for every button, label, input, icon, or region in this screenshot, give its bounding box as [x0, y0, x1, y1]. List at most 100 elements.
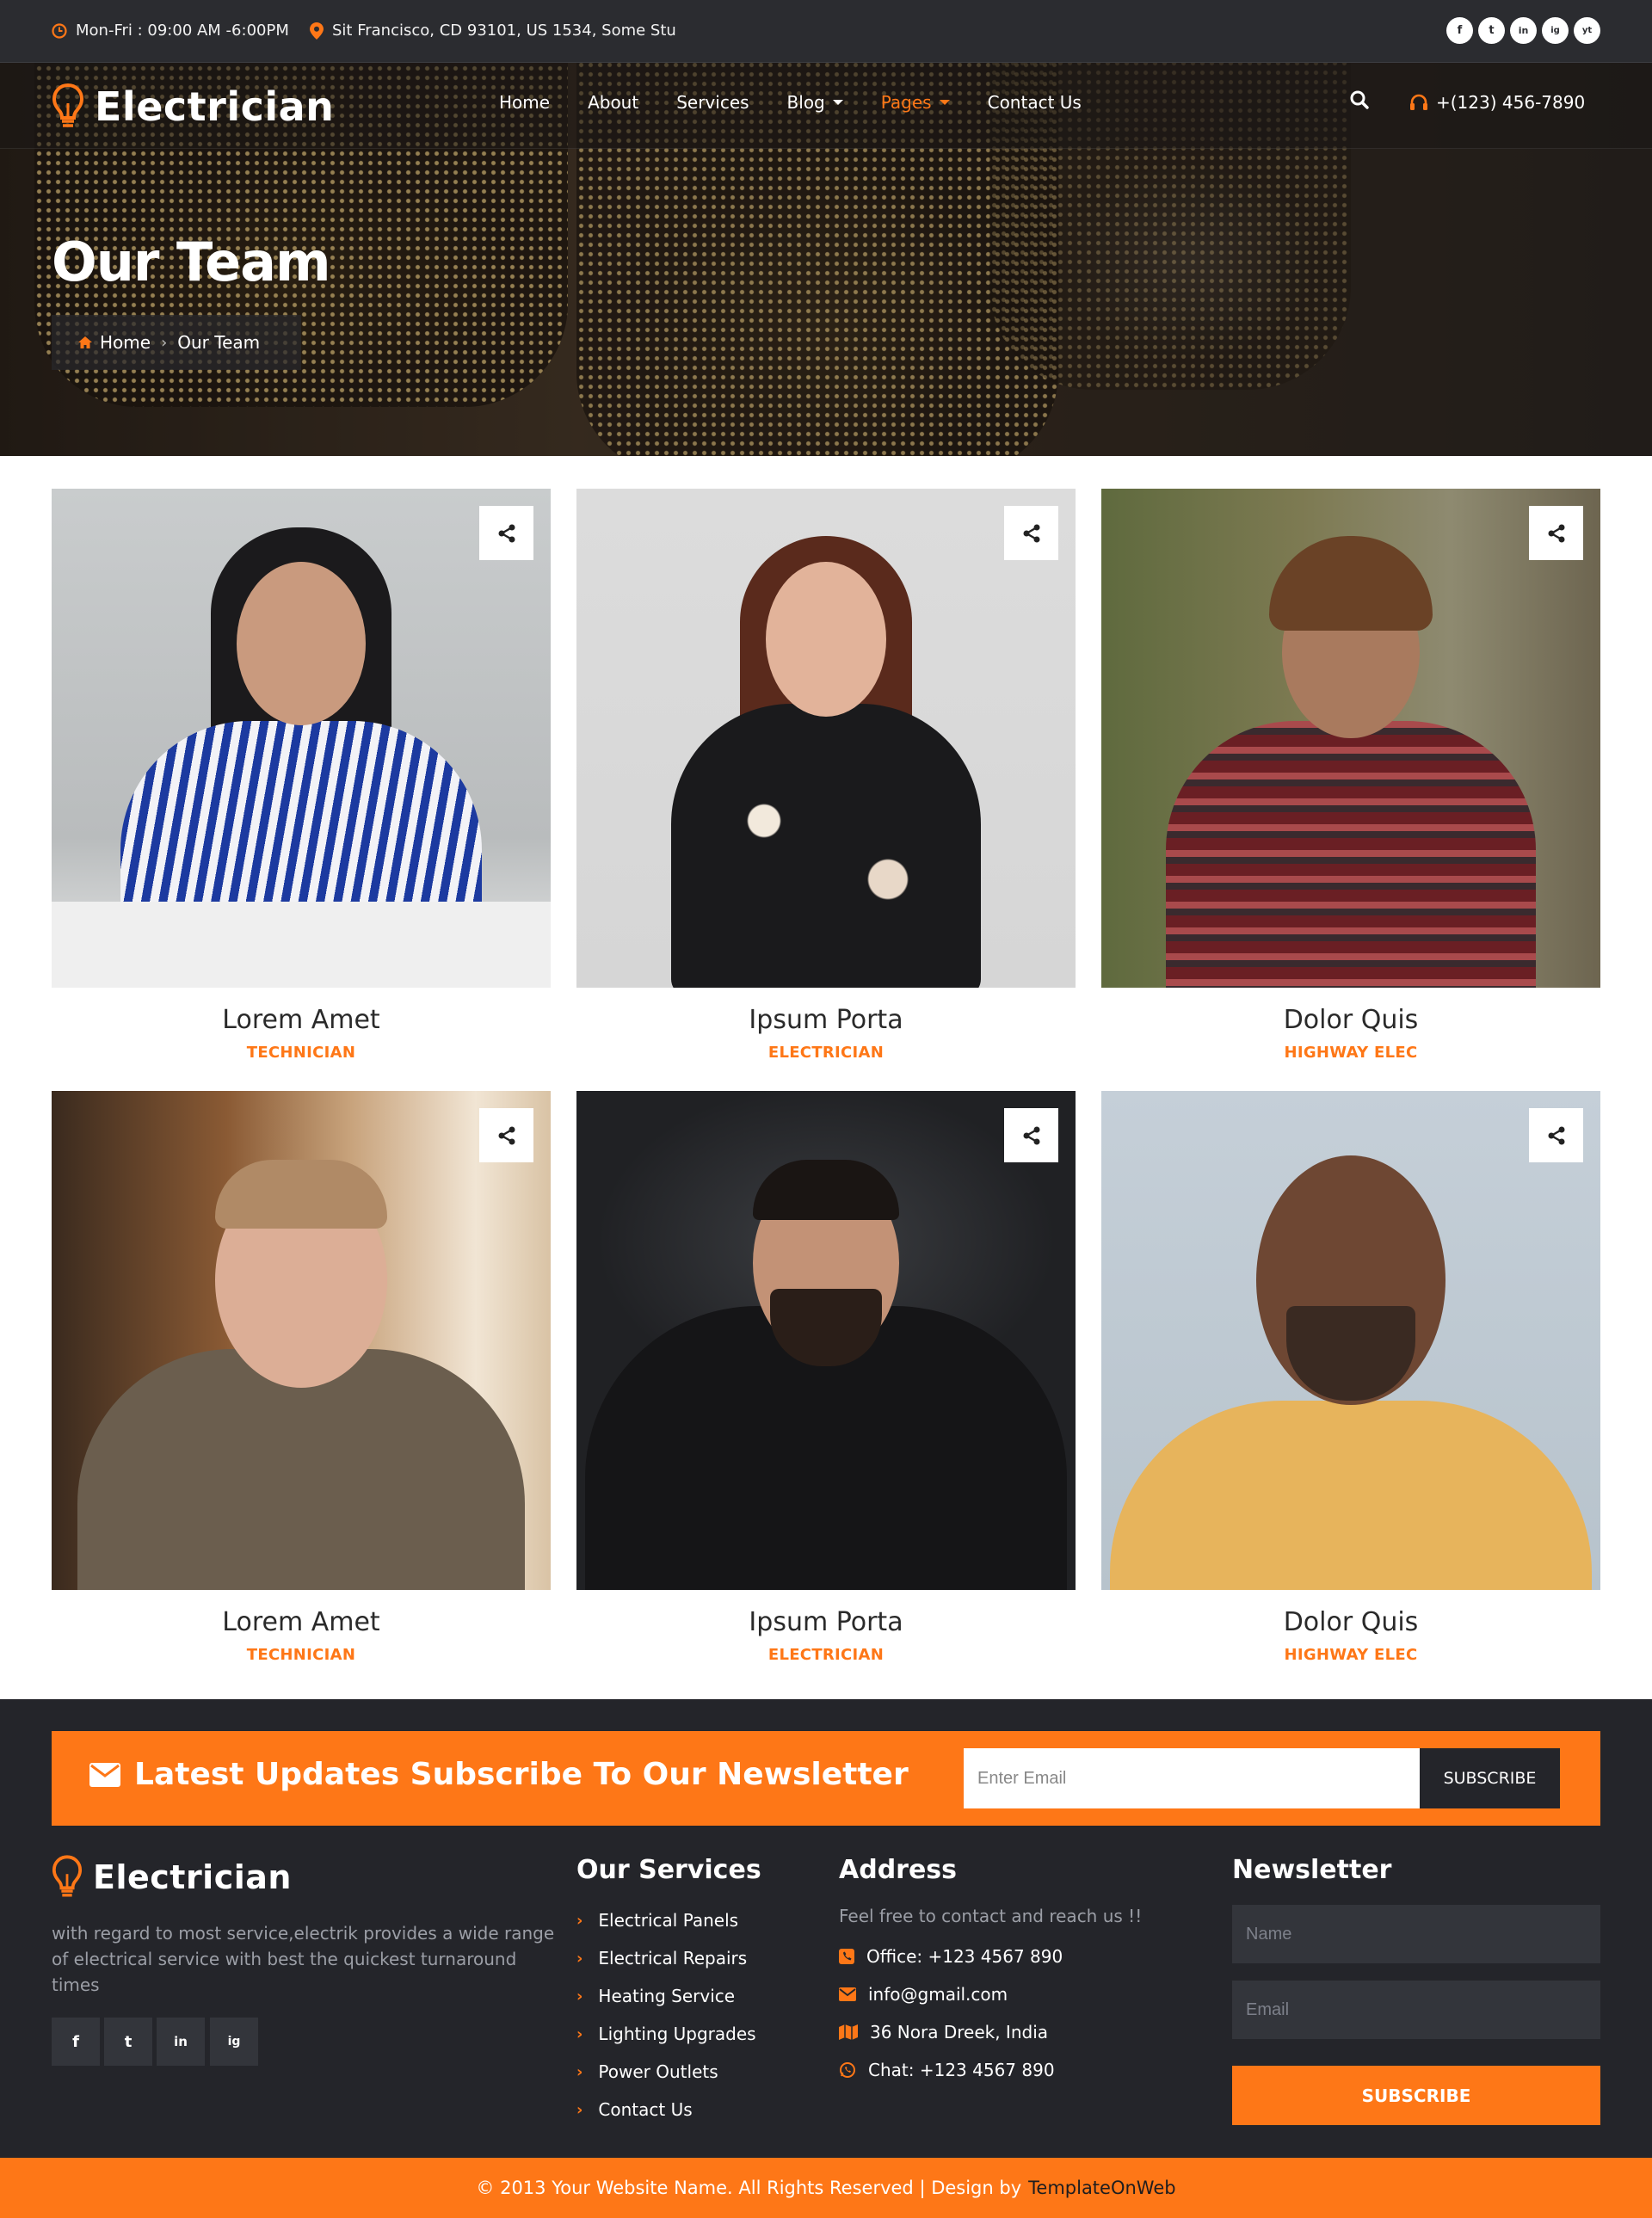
search-button[interactable]: [1349, 89, 1370, 114]
nav-about[interactable]: About: [588, 92, 638, 113]
team-member-name: Dolor Quis: [1283, 1005, 1419, 1035]
contact-office: Office: +123 4567 890: [839, 1938, 1063, 1975]
share-icon: [498, 1126, 515, 1144]
share-icon: [498, 524, 515, 542]
team-card: Ipsum Porta ELECTRICIAN: [576, 489, 1076, 1062]
chevron-right-icon: ›: [576, 2062, 583, 2081]
share-button[interactable]: [1004, 1108, 1058, 1162]
team-card: Ipsum Porta ELECTRICIAN: [576, 1091, 1076, 1664]
share-icon: [1548, 1126, 1564, 1144]
share-button[interactable]: [479, 506, 533, 560]
breadcrumb-home[interactable]: Home: [100, 332, 151, 353]
linkedin-icon[interactable]: in: [1510, 17, 1537, 44]
home-icon: [78, 336, 92, 348]
contact-location: 36 Nora Dreek, India: [839, 2013, 1063, 2051]
newsletter-column-title: Newsletter: [1232, 1855, 1392, 1885]
team-member-photo: [1101, 489, 1600, 988]
service-link[interactable]: › Lighting Upgrades: [576, 2015, 756, 2053]
footer-about-text: with regard to most service,electrik pro…: [52, 1923, 555, 1995]
address-text: Sit Francisco, CD 93101, US 1534, Some S…: [332, 22, 676, 40]
address-column-title: Address: [839, 1855, 958, 1885]
team-member-photo: [576, 489, 1076, 988]
newsletter-subscribe-button[interactable]: SUBSCRIBE: [1420, 1748, 1560, 1808]
chevron-right-icon: ›: [161, 333, 168, 352]
top-social-links: f t in ig yt: [1446, 17, 1600, 44]
breadcrumb: Home › Our Team: [52, 315, 301, 370]
team-member-role: HIGHWAY ELEC: [1284, 1044, 1418, 1062]
contact-chat[interactable]: Chat: +123 4567 890: [839, 2051, 1063, 2089]
search-icon: [1350, 90, 1369, 109]
footer-services-list: › Electrical Panels › Electrical Repairs ›…: [576, 1901, 756, 2129]
nav-pages-dropdown[interactable]: Pages: [881, 92, 950, 113]
share-button[interactable]: [1004, 506, 1058, 560]
share-icon: [1023, 524, 1039, 542]
instagram-icon[interactable]: ig: [1542, 17, 1569, 44]
footer-facebook-icon[interactable]: f: [52, 2018, 100, 2066]
phone-square-icon: [839, 1949, 854, 1964]
newsletter-name-input[interactable]: [1232, 1905, 1600, 1963]
footer-linkedin-icon[interactable]: in: [157, 2018, 205, 2066]
team-member-name: Lorem Amet: [222, 1607, 380, 1637]
footer-instagram-icon[interactable]: ig: [210, 2018, 258, 2066]
footer-logo[interactable]: Electrician: [52, 1854, 292, 1901]
hours-text: Mon-Fri : 09:00 AM -6:00PM: [76, 22, 289, 40]
service-link[interactable]: › Electrical Repairs: [576, 1939, 756, 1977]
newsletter-bar: Latest Updates Subscribe To Our Newslett…: [52, 1731, 1600, 1826]
chevron-right-icon: ›: [576, 1987, 583, 2005]
lightbulb-icon: [52, 1855, 83, 1897]
nav-blog-label: Blog: [786, 92, 825, 113]
team-member-name: Dolor Quis: [1283, 1607, 1419, 1637]
newsletter-bar-title: Latest Updates Subscribe To Our Newslett…: [89, 1757, 909, 1792]
service-link[interactable]: › Heating Service: [576, 1977, 756, 2015]
service-link[interactable]: › Power Outlets: [576, 2053, 756, 2091]
youtube-icon[interactable]: yt: [1574, 17, 1600, 44]
breadcrumb-current: Our Team: [177, 332, 261, 353]
nav-home-label: Home: [499, 92, 551, 113]
facebook-icon[interactable]: f: [1446, 17, 1473, 44]
newsletter-email-field[interactable]: [1232, 1981, 1600, 2039]
chevron-right-icon: ›: [576, 2100, 583, 2119]
logo-text: Electrician: [95, 83, 335, 130]
lightbulb-icon: [52, 83, 84, 127]
team-member-photo: [1101, 1091, 1600, 1590]
newsletter-bar-title-text: Latest Updates Subscribe To Our Newslett…: [134, 1757, 909, 1792]
nav-contact-label: Contact Us: [987, 92, 1082, 113]
twitter-icon[interactable]: t: [1478, 17, 1505, 44]
copyright-text: © 2013 Your Website Name. All Rights Res…: [476, 2178, 1022, 2198]
nav-about-label: About: [588, 92, 639, 113]
team-card: Lorem Amet TECHNICIAN: [52, 1091, 551, 1664]
nav-blog-dropdown[interactable]: Blog: [787, 92, 843, 113]
team-card: Dolor Quis HIGHWAY ELEC: [1101, 489, 1600, 1062]
team-member-name: Lorem Amet: [222, 1005, 380, 1035]
share-button[interactable]: [1529, 1108, 1583, 1162]
share-button[interactable]: [1529, 506, 1583, 560]
share-icon: [1023, 1126, 1039, 1144]
designer-link[interactable]: TemplateOnWeb: [1028, 2178, 1175, 2198]
team-member-role: TECHNICIAN: [246, 1646, 356, 1664]
chevron-right-icon: ›: [576, 1949, 583, 1968]
team-member-role: ELECTRICIAN: [767, 1646, 885, 1664]
newsletter-email-input[interactable]: [964, 1748, 1420, 1808]
service-link[interactable]: › Contact Us: [576, 2091, 756, 2129]
nav-home[interactable]: Home: [499, 92, 550, 113]
team-card: Dolor Quis HIGHWAY ELEC: [1101, 1091, 1600, 1664]
contact-email[interactable]: info@gmail.com: [839, 1975, 1063, 2013]
nav-services[interactable]: Services: [676, 92, 749, 113]
site-logo[interactable]: Electrician: [52, 83, 334, 131]
share-button[interactable]: [479, 1108, 533, 1162]
map-icon: [839, 2024, 858, 2040]
service-link[interactable]: › Electrical Panels: [576, 1901, 756, 1939]
team-member-role: HIGHWAY ELEC: [1284, 1646, 1418, 1664]
footer-twitter-icon[interactable]: t: [104, 2018, 152, 2066]
header-phone[interactable]: +(123) 456-7890: [1409, 92, 1585, 113]
envelope-icon: [839, 1987, 856, 2001]
footer-subscribe-button[interactable]: SUBSCRIBE: [1232, 2066, 1600, 2125]
chevron-right-icon: ›: [576, 1911, 583, 1930]
team-member-role: TECHNICIAN: [246, 1044, 356, 1062]
envelope-icon: [89, 1762, 120, 1787]
team-member-name: Ipsum Porta: [749, 1005, 903, 1035]
nav-pages-label: Pages: [880, 92, 932, 113]
chevron-right-icon: ›: [576, 2024, 583, 2043]
nav-contact[interactable]: Contact Us: [988, 92, 1082, 113]
caret-down-icon: [832, 100, 843, 105]
